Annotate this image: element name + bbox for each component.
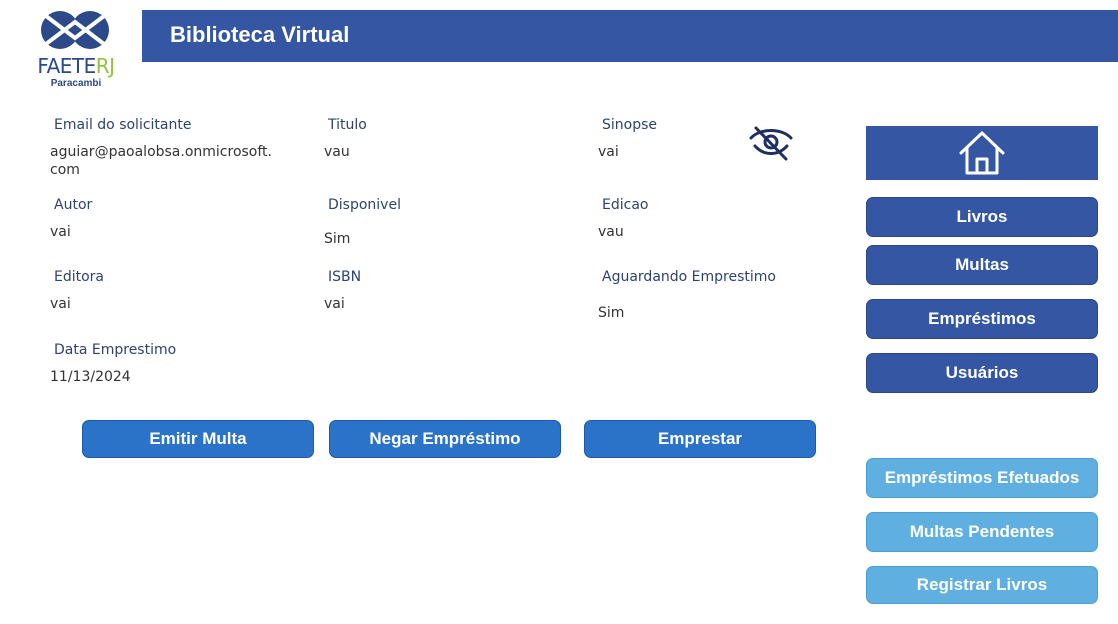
- logo-subtitle: Paracambi: [50, 78, 102, 89]
- negar-emprestimo-button[interactable]: Negar Empréstimo: [329, 420, 561, 458]
- titulo-value: vau: [324, 144, 350, 160]
- registrar-livros-label: Registrar Livros: [916, 575, 1048, 594]
- livros-button[interactable]: Livros: [866, 197, 1098, 237]
- editora-label: Editora: [54, 269, 105, 285]
- logo-brand-text: FAETERJ: [37, 54, 115, 78]
- edicao-value: vau: [598, 224, 624, 240]
- registrar-livros-button[interactable]: Registrar Livros: [866, 566, 1098, 604]
- negar-emprestimo-label: Negar Empréstimo: [369, 429, 521, 448]
- emprestar-button[interactable]: Emprestar: [584, 420, 816, 458]
- aguardando-emprestimo-value: Sim: [598, 305, 625, 321]
- data-emprestimo-value: 11/13/2024: [50, 369, 131, 385]
- sinopse-value: vai: [598, 144, 619, 160]
- multas-pendentes-label: Multas Pendentes: [909, 522, 1055, 541]
- usuarios-button[interactable]: Usuários: [866, 353, 1098, 393]
- emitir-multa-label: Emitir Multa: [149, 429, 247, 448]
- logo-emblem-icon: [41, 11, 109, 49]
- emprestimos-efetuados-label: Empréstimos Efetuados: [884, 468, 1080, 487]
- disponivel-value: Sim: [324, 231, 351, 247]
- emitir-multa-button[interactable]: Emitir Multa: [82, 420, 314, 458]
- app-header: Biblioteca Virtual: [142, 10, 1118, 62]
- multas-button[interactable]: Multas: [866, 245, 1098, 285]
- disponivel-label: Disponivel: [328, 197, 401, 213]
- data-emprestimo-label: Data Emprestimo: [54, 342, 177, 358]
- livros-label: Livros: [956, 207, 1008, 226]
- email-label: Email do solicitante: [54, 117, 192, 133]
- autor-value: vai: [50, 224, 71, 240]
- usuarios-label: Usuários: [945, 363, 1019, 382]
- faeterj-logo: FAETERJ Paracambi: [26, 8, 126, 94]
- aguardando-emprestimo-label: Aguardando Emprestimo: [602, 269, 776, 285]
- home-button[interactable]: [866, 126, 1098, 180]
- multas-pendentes-button[interactable]: Multas Pendentes: [866, 512, 1098, 552]
- isbn-label: ISBN: [328, 269, 362, 285]
- email-value: aguiar@paoalobsa.onmicrosoft.com: [50, 144, 272, 178]
- emprestimos-label: Empréstimos: [928, 309, 1036, 328]
- autor-label: Autor: [54, 197, 93, 213]
- home-icon: [959, 131, 1005, 175]
- sinopse-label: Sinopse: [602, 117, 658, 133]
- emprestimos-efetuados-button[interactable]: Empréstimos Efetuados: [866, 458, 1098, 498]
- multas-label: Multas: [955, 255, 1009, 274]
- isbn-value: vai: [324, 296, 345, 312]
- page-title: Biblioteca Virtual: [170, 22, 350, 47]
- titulo-label: Titulo: [328, 117, 367, 133]
- editora-value: vai: [50, 296, 71, 312]
- emprestimos-button[interactable]: Empréstimos: [866, 299, 1098, 339]
- emprestar-label: Emprestar: [657, 429, 743, 448]
- edicao-label: Edicao: [602, 197, 649, 213]
- eye-off-icon[interactable]: [748, 124, 794, 162]
